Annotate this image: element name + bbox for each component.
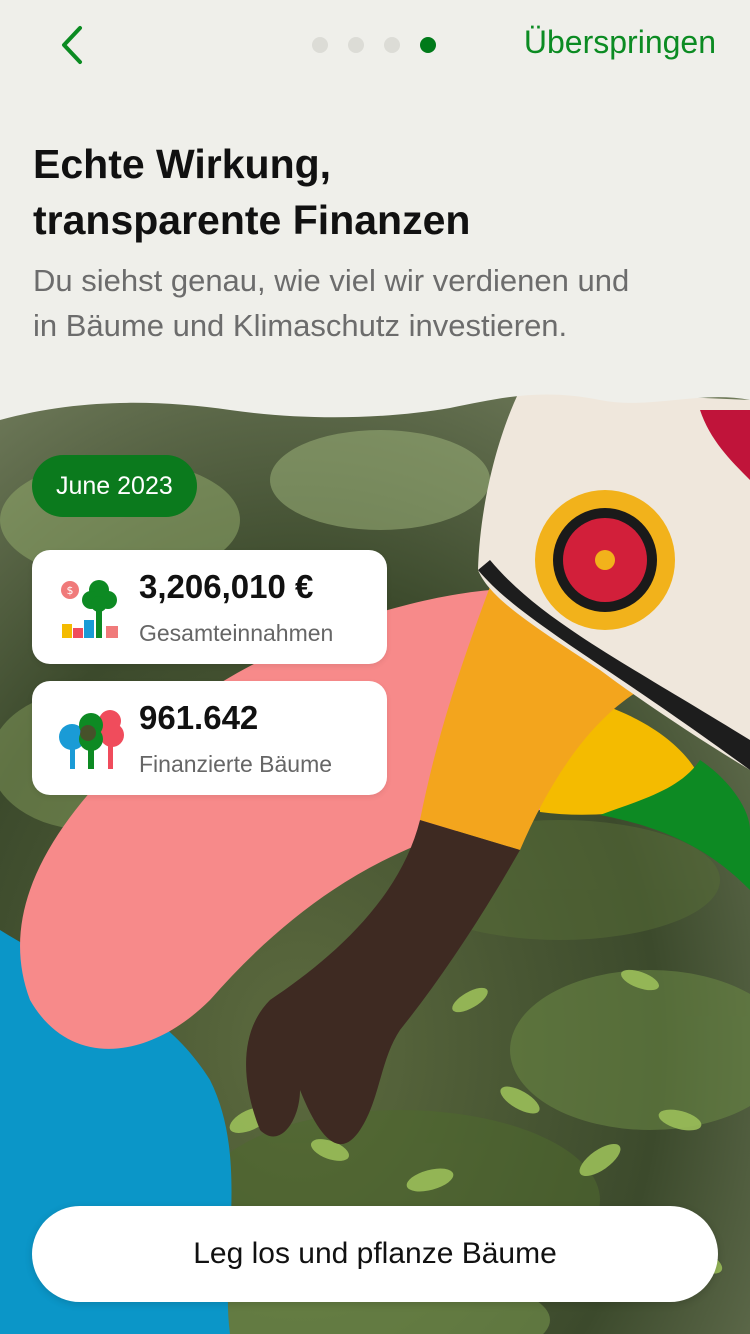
stat-card-revenue: $ 3,206,010 € Gesamteinnahmen — [32, 550, 387, 664]
page-dot[interactable] — [348, 37, 364, 53]
back-button[interactable] — [46, 18, 96, 72]
chevron-left-icon — [62, 26, 82, 64]
trees-icon — [59, 710, 124, 769]
page-title: Echte Wirkung, transparente Finanzen — [33, 136, 723, 248]
svg-text:$: $ — [67, 584, 74, 597]
page-indicator — [312, 36, 436, 54]
intro-header: Echte Wirkung, transparente Finanzen Du … — [33, 136, 723, 348]
date-badge: June 2023 — [32, 455, 197, 517]
stat-card-trees: 961.642 Finanzierte Bäume — [32, 681, 387, 795]
top-bar: Überspringen — [0, 0, 750, 90]
revenue-value: 3,206,010 € — [139, 568, 314, 605]
revenue-chart-tree-icon: $ — [61, 580, 118, 638]
title-line-1: Echte Wirkung, — [33, 141, 332, 187]
page-subtitle: Du siehst genau, wie viel wir verdienen … — [33, 263, 630, 343]
trees-value: 961.642 — [139, 699, 259, 736]
trees-label: Finanzierte Bäume — [139, 751, 333, 777]
revenue-label: Gesamteinnahmen — [139, 620, 334, 646]
page-dot[interactable] — [384, 37, 400, 53]
page-dot[interactable] — [312, 37, 328, 53]
page-dot-active[interactable] — [420, 37, 436, 53]
start-planting-button[interactable]: Leg los und pflanze Bäume — [32, 1206, 718, 1302]
onboarding-screen: Überspringen Echte Wirkung, transparente… — [0, 0, 750, 1334]
skip-button[interactable]: Überspringen — [524, 24, 716, 61]
title-line-2: transparente Finanzen — [33, 197, 471, 243]
